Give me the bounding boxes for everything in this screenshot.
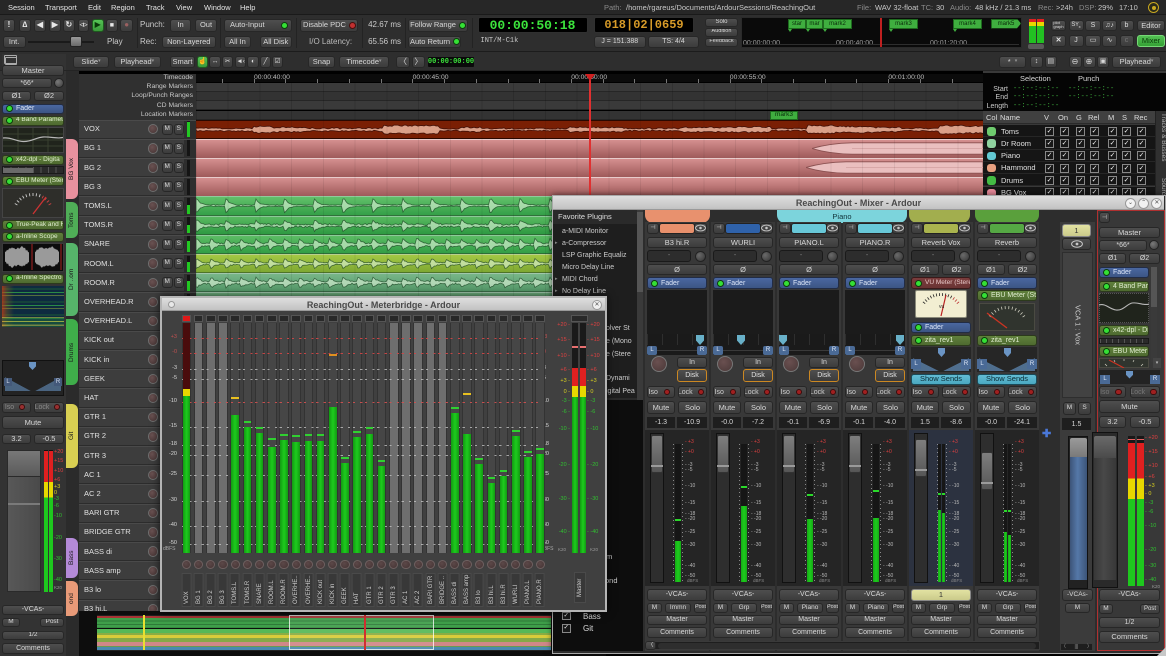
svg-text:vu: vu — [939, 304, 945, 310]
